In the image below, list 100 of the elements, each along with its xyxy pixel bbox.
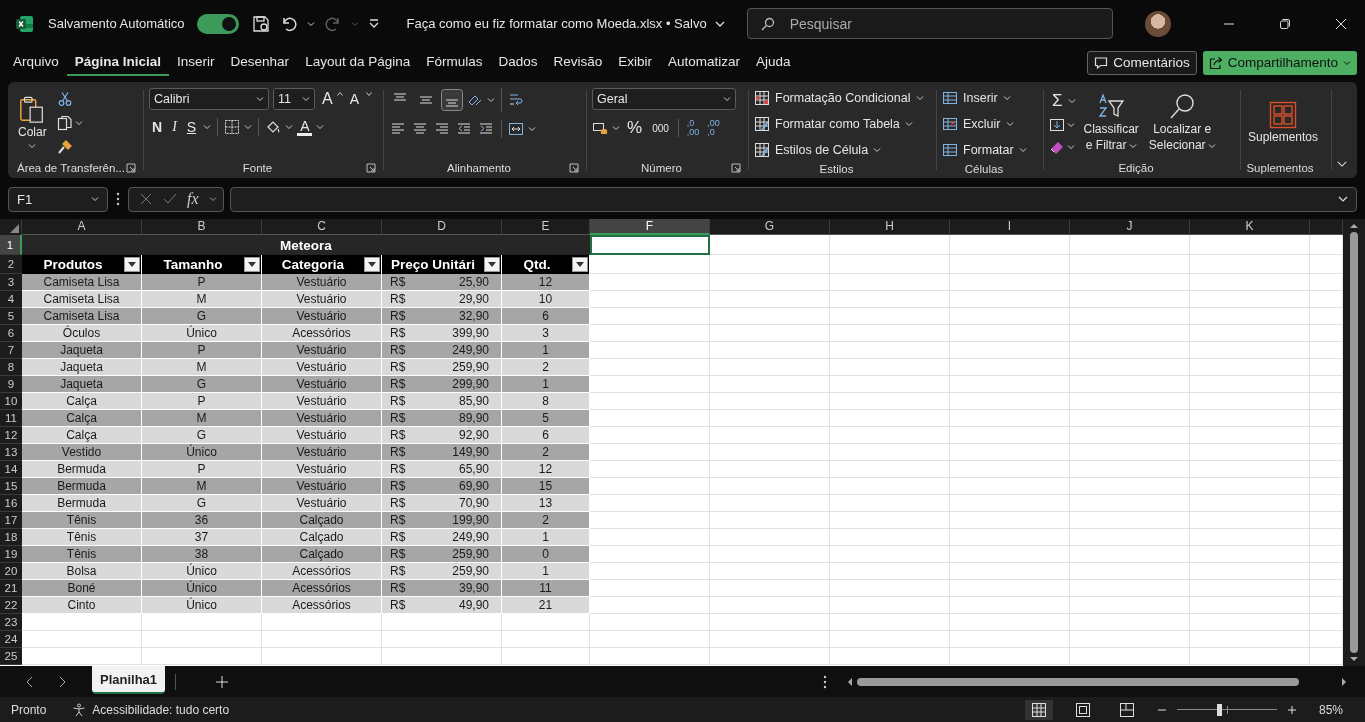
grid-cell[interactable]	[1070, 255, 1190, 274]
zoom-level[interactable]: 85%	[1318, 702, 1343, 717]
grid-cell[interactable]	[590, 325, 710, 342]
grid-cell[interactable]	[1070, 359, 1190, 376]
insert-function-button[interactable]: fx	[187, 190, 199, 208]
row-header[interactable]: 3	[0, 274, 22, 291]
font-color-button[interactable]: A	[297, 118, 313, 136]
increase-indent-icon[interactable]	[477, 121, 495, 137]
grid-cell[interactable]	[502, 631, 590, 648]
accessibility-status[interactable]: Acessibilidade: tudo certo	[92, 702, 230, 717]
row-header[interactable]: 10	[0, 393, 22, 410]
grid-cell[interactable]	[710, 274, 830, 291]
grid-cell[interactable]	[590, 444, 710, 461]
thousands-button[interactable]: 000	[649, 122, 672, 134]
filter-button[interactable]	[364, 257, 380, 272]
grid-cell[interactable]	[950, 410, 1070, 427]
grid-cell[interactable]	[950, 563, 1070, 580]
fill-down-icon[interactable]	[1049, 117, 1065, 133]
comments-button[interactable]: Comentários	[1087, 50, 1197, 75]
grid-cell[interactable]	[710, 235, 830, 255]
grid-cell[interactable]	[830, 325, 950, 342]
scroll-down-icon[interactable]	[1350, 656, 1358, 662]
font-family-select[interactable]: Calibri	[149, 88, 269, 110]
row-header[interactable]: 6	[0, 325, 22, 342]
grid-cell[interactable]	[590, 359, 710, 376]
caret-icon[interactable]	[714, 19, 725, 28]
check-icon[interactable]	[163, 192, 177, 206]
grid-cell[interactable]	[1070, 580, 1190, 597]
underline-button[interactable]: S	[183, 119, 200, 135]
grid-cell[interactable]	[830, 529, 950, 546]
grid-cell[interactable]	[142, 648, 262, 665]
launcher-icon[interactable]	[731, 163, 741, 173]
row-header[interactable]: 12	[0, 427, 22, 444]
grid-cell[interactable]	[830, 614, 950, 631]
row-header[interactable]: 8	[0, 359, 22, 376]
next-sheet-icon[interactable]	[58, 675, 66, 688]
more-options-icon[interactable]	[114, 192, 122, 206]
row-header[interactable]: 13	[0, 444, 22, 461]
grid-cell[interactable]	[950, 614, 1070, 631]
grid-cell[interactable]	[1190, 580, 1310, 597]
row-header[interactable]: 19	[0, 546, 22, 563]
grid-cell[interactable]	[1190, 342, 1310, 359]
grid-cell[interactable]	[830, 546, 950, 563]
column-header[interactable]: K	[1190, 219, 1310, 235]
grid-cell[interactable]	[590, 597, 710, 614]
grid-cell[interactable]	[950, 444, 1070, 461]
grid-cell[interactable]	[710, 495, 830, 512]
grid-cell[interactable]	[710, 376, 830, 393]
scissors-icon[interactable]	[56, 91, 73, 107]
row-header[interactable]: 9	[0, 376, 22, 393]
menu-tab[interactable]: Arquivo	[5, 49, 67, 76]
grid-cell[interactable]	[950, 529, 1070, 546]
grow-font-button[interactable]: A	[319, 90, 333, 108]
grid-cell[interactable]	[710, 342, 830, 359]
grid-cell[interactable]	[1070, 308, 1190, 325]
grid-cell[interactable]	[262, 614, 382, 631]
sheet-tab[interactable]: Planilha1	[92, 666, 166, 694]
grid-cell[interactable]	[950, 235, 1070, 255]
menu-tab[interactable]: Ajuda	[748, 49, 799, 76]
italic-button[interactable]: I	[169, 119, 180, 135]
grid-cell[interactable]	[710, 308, 830, 325]
grid-cell[interactable]	[1070, 478, 1190, 495]
grid-cell[interactable]	[1070, 393, 1190, 410]
autosave-toggle[interactable]	[196, 13, 239, 34]
conditional-formatting-button[interactable]: Formatação Condicional	[754, 88, 931, 108]
menu-tab[interactable]: Desenhar	[222, 49, 298, 76]
borders-icon[interactable]	[224, 119, 241, 135]
grid-cell[interactable]	[590, 478, 710, 495]
grid-cell[interactable]	[22, 631, 142, 648]
menu-tab[interactable]: Exibir	[610, 49, 661, 76]
grid-cell[interactable]	[830, 291, 950, 308]
grid-cell[interactable]	[1070, 648, 1190, 665]
filter-button[interactable]	[572, 257, 588, 272]
grid-cell[interactable]	[1190, 529, 1310, 546]
selected-cell[interactable]	[590, 235, 710, 255]
grid-cell[interactable]	[710, 427, 830, 444]
grid-cell[interactable]	[710, 512, 830, 529]
grid-cell[interactable]	[950, 325, 1070, 342]
row-header[interactable]: 21	[0, 580, 22, 597]
scroll-right-icon[interactable]	[1341, 677, 1347, 686]
grid-cell[interactable]	[950, 255, 1070, 274]
cell-styles-button[interactable]: Estilos de Célula	[754, 140, 931, 160]
merge-cells-icon[interactable]	[508, 121, 524, 137]
share-button[interactable]: Compartilhamento	[1202, 50, 1357, 75]
row-header[interactable]: 25	[0, 648, 22, 665]
bold-button[interactable]: N	[149, 119, 166, 135]
align-left-icon[interactable]	[389, 121, 407, 137]
user-avatar[interactable]	[1145, 10, 1171, 37]
zoom-thumb[interactable]	[1216, 703, 1222, 716]
align-bottom-icon[interactable]	[441, 89, 463, 111]
fill-color-icon[interactable]	[265, 119, 282, 135]
filter-button[interactable]	[124, 257, 140, 272]
row-header[interactable]: 5	[0, 308, 22, 325]
grid-cell[interactable]	[950, 512, 1070, 529]
grid-cell[interactable]	[1190, 546, 1310, 563]
grid-cell[interactable]	[590, 563, 710, 580]
grid-cell[interactable]	[142, 631, 262, 648]
grid-cell[interactable]	[502, 614, 590, 631]
column-header[interactable]: J	[1070, 219, 1190, 235]
scroll-up-icon[interactable]	[1350, 223, 1358, 229]
